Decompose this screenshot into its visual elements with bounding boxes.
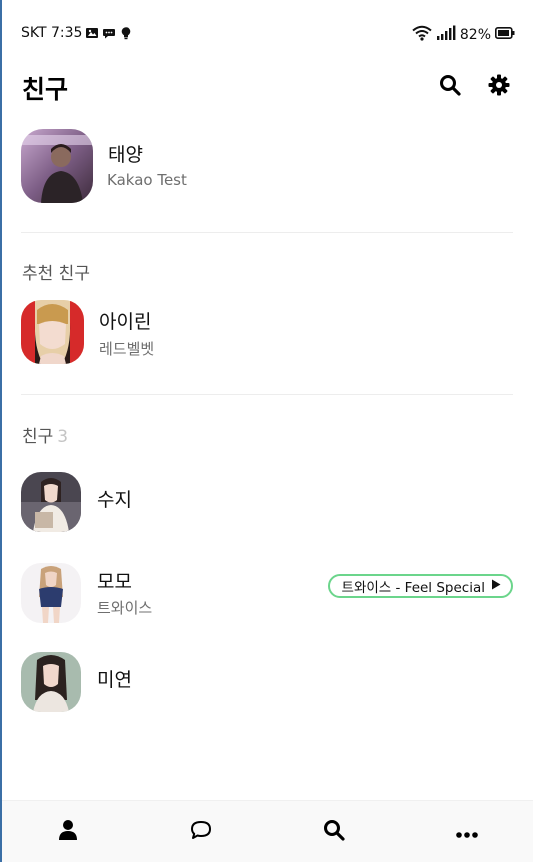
status-right: 82% [412,25,515,45]
nav-search[interactable] [304,807,364,857]
search-button[interactable] [437,74,463,100]
avatar [21,652,81,712]
nav-chats[interactable] [171,807,231,857]
friend-name: 아이린 [99,311,152,333]
page-title: 친구 [22,75,69,104]
wifi-icon [412,25,432,45]
carrier-time: SKT 7:35 [21,25,83,41]
friend-name: 미연 [97,669,132,691]
recommended-section-label: 추천 친구 [22,264,90,284]
avatar [21,563,81,623]
lightbulb-icon [119,26,133,40]
friend-item[interactable]: 수지 [21,472,515,536]
image-icon [85,26,99,40]
friend-name: 수지 [97,489,132,511]
friends-screen: SKT 7:35 82% 친구 태양 Kakao Test 추천 친구 아이린 … [0,0,533,862]
profile-status: Kakao Test [107,171,187,189]
header: 친구 [2,66,533,110]
profile-music-badge[interactable]: 트와이스 - Feel Special [327,574,513,598]
signal-icon [436,25,456,45]
divider [21,394,513,395]
nav-friends[interactable] [38,807,98,857]
avatar [21,300,84,364]
recommended-friend-item[interactable]: 아이린 레드벨벳 [21,300,515,364]
bottom-nav [2,800,533,862]
search-icon [323,819,345,845]
profile-name: 태양 [108,144,143,166]
friends-count: 3 [57,427,69,447]
avatar [21,472,81,532]
chat-bubble-icon [190,820,212,844]
nav-more[interactable] [437,807,497,857]
more-icon [455,823,478,842]
gear-icon [488,74,510,100]
settings-button[interactable] [486,74,512,100]
person-icon [58,819,78,845]
friend-subtitle: 트와이스 [97,599,153,617]
friends-label: 친구 [22,427,54,447]
friends-section-label: 친구 3 [22,422,68,447]
status-left: SKT 7:35 [21,25,133,41]
message-icon [102,26,116,40]
status-bar: SKT 7:35 82% [2,0,533,66]
divider [21,232,513,233]
avatar [21,129,93,203]
friend-subtitle: 레드벨벳 [99,340,155,358]
battery-level: 82% [459,27,491,43]
play-icon [491,578,501,594]
my-profile[interactable]: 태양 Kakao Test [21,129,513,203]
friend-name: 모모 [97,571,132,593]
friend-item[interactable]: 미연 [21,652,515,716]
battery-icon [495,27,515,43]
music-title: 트와이스 - Feel Special [341,580,485,596]
search-icon [439,74,461,100]
